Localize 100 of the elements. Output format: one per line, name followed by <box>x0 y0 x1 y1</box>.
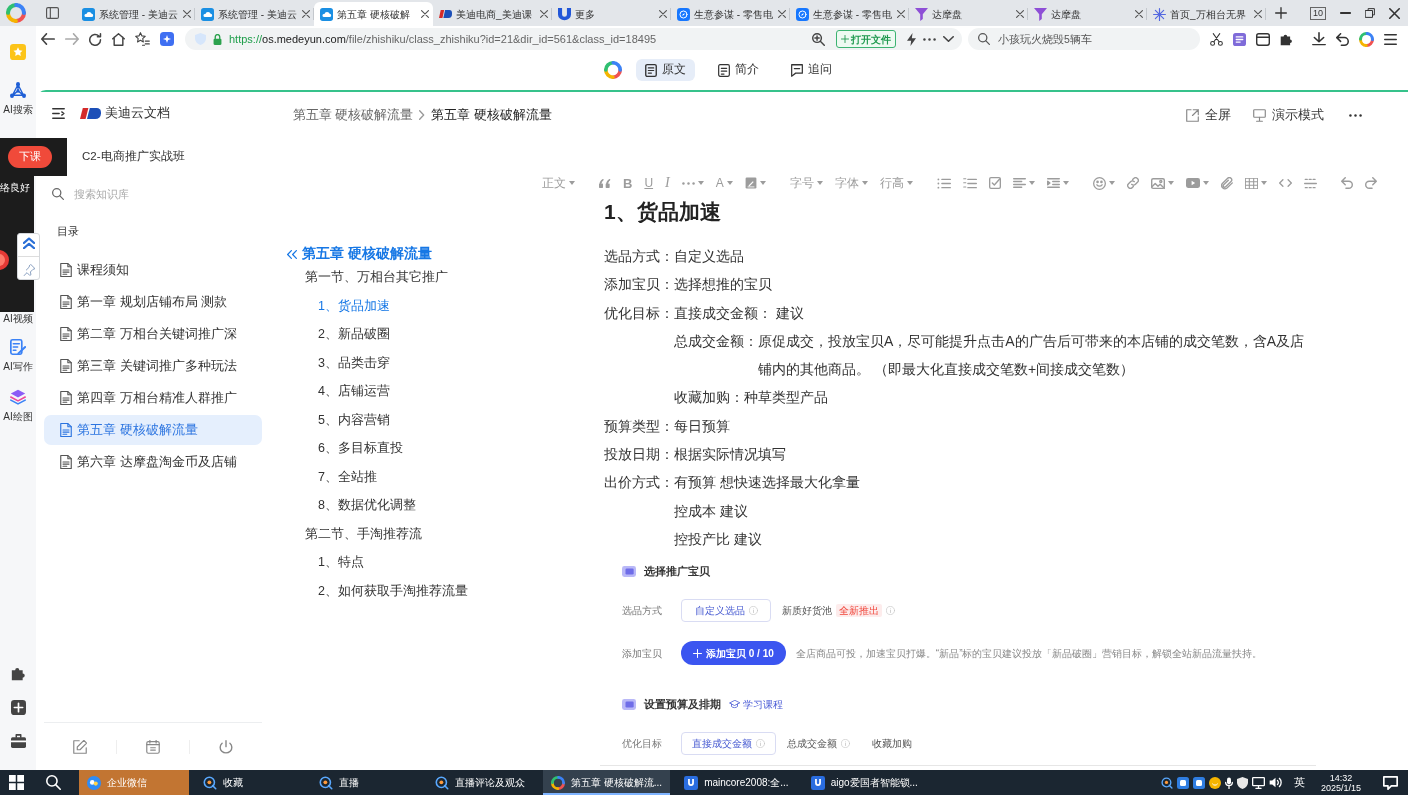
ring-logo-icon[interactable] <box>6 3 26 23</box>
back-icon[interactable] <box>41 33 55 45</box>
option-button[interactable]: 直接成交金额 <box>681 731 776 755</box>
address-bar[interactable]: https://os.medeyun.com/file/zhishiku/class_zhishiku?id=21&dir_id=561&class_id=18495 打开文件 <box>185 28 962 50</box>
open-file-button[interactable]: 打开文件 <box>836 30 896 48</box>
redo-icon[interactable] <box>1364 177 1377 189</box>
browser-tab[interactable]: 生意参谋 - 零售电 <box>790 2 909 26</box>
table-icon[interactable] <box>1244 177 1258 189</box>
browser-tab[interactable]: 达摩盘 <box>1028 2 1147 26</box>
plus-square-icon[interactable] <box>10 700 26 715</box>
link-icon[interactable] <box>1126 177 1139 189</box>
close-icon[interactable] <box>1135 10 1143 18</box>
browser-tab[interactable]: 系统管理 - 美迪云 <box>76 2 195 26</box>
double-chevron-left-icon[interactable] <box>287 249 297 259</box>
reload-icon[interactable] <box>89 32 102 46</box>
close-icon[interactable] <box>659 10 667 18</box>
caret-icon[interactable] <box>1167 181 1174 185</box>
notification-icon[interactable] <box>1383 775 1398 790</box>
browser-tab[interactable]: 更多 <box>552 2 671 26</box>
fullscreen-button[interactable]: 全屏 <box>1186 106 1231 124</box>
more-icon[interactable] <box>923 37 936 41</box>
numbered-list-icon[interactable] <box>962 177 977 189</box>
course-selector[interactable]: C2-电商推广实战班 <box>82 147 185 165</box>
toc-item[interactable]: 3、品类击穿 <box>280 348 525 377</box>
double-chevron-up-icon[interactable] <box>22 237 35 250</box>
power-icon[interactable] <box>219 739 233 754</box>
taskbar-app[interactable]: 企业微信 <box>79 770 189 795</box>
ring-logo-icon[interactable] <box>1359 31 1374 47</box>
caret-icon[interactable] <box>697 181 704 185</box>
caret-icon[interactable] <box>1062 181 1069 185</box>
caret-icon[interactable] <box>759 181 766 185</box>
restore-icon[interactable] <box>1365 8 1375 18</box>
monitor-icon[interactable] <box>1251 776 1265 789</box>
close-icon[interactable] <box>421 10 429 18</box>
taskbar-app[interactable]: aigo爱国者智能锁... <box>802 770 926 795</box>
option-button[interactable]: 新质好货池 全新推出 <box>771 598 906 622</box>
zoom-in-icon[interactable] <box>812 32 825 46</box>
taskbar-app[interactable]: 直播 <box>311 770 421 795</box>
toc-item[interactable]: 7、全站推 <box>280 462 525 491</box>
doc-list-item[interactable]: 第三章 关键词推广多种玩法 <box>44 351 262 381</box>
toc-item[interactable]: 1、特点 <box>280 548 525 577</box>
close-icon[interactable] <box>1389 7 1400 19</box>
toc-item[interactable]: 1、货品加速 <box>280 291 525 320</box>
toc-item[interactable]: 6、多目标直投 <box>280 434 525 463</box>
menu-icon[interactable] <box>52 107 65 119</box>
doc-list-item[interactable]: 第六章 达摩盘淘金币及店铺 <box>44 447 262 477</box>
new-tab-icon[interactable] <box>1275 7 1287 19</box>
toc-title[interactable]: 第五章 硬核破解流量 <box>302 245 432 263</box>
app-icon[interactable] <box>1192 776 1205 789</box>
doc-list-item[interactable]: 第一章 规划店铺布局 测款 <box>44 287 262 317</box>
chevron-down-icon[interactable] <box>943 36 954 42</box>
doc-list-item[interactable]: 第五章 硬核破解流量 <box>44 415 262 445</box>
checklist-icon[interactable] <box>988 177 1001 189</box>
close-icon[interactable] <box>897 10 905 18</box>
indent-icon[interactable] <box>1046 178 1060 188</box>
bulleted-list-icon[interactable] <box>936 177 951 189</box>
attachment-icon[interactable] <box>1220 176 1233 190</box>
browser-tab[interactable]: 达摩盘 <box>909 2 1028 26</box>
bolt-icon[interactable] <box>907 32 916 46</box>
ai-tool-button[interactable]: AI写作 <box>3 339 33 373</box>
toc-item[interactable]: 2、如何获取手淘推荐流量 <box>280 576 525 605</box>
view-tab[interactable]: 简介 <box>708 59 768 81</box>
smiley-icon[interactable] <box>1208 776 1221 789</box>
browser-tab[interactable]: 生意参谋 - 零售电 <box>671 2 790 26</box>
toc-item[interactable]: 2、新品破圈 <box>280 320 525 349</box>
magnifier-icon[interactable] <box>1160 776 1173 789</box>
calendar-icon[interactable] <box>146 739 160 754</box>
microphone-icon[interactable] <box>1224 776 1233 789</box>
browser-tab[interactable]: 系统管理 - 美迪云 <box>195 2 314 26</box>
highlighter-icon[interactable] <box>744 177 757 189</box>
caret-icon[interactable] <box>816 181 823 185</box>
taskbar-app[interactable]: 收藏 <box>195 770 305 795</box>
close-icon[interactable] <box>1254 10 1262 18</box>
bookmark-star-icon[interactable] <box>135 32 150 46</box>
edit-icon[interactable] <box>73 739 87 754</box>
quote-icon[interactable] <box>599 178 611 188</box>
toc-section[interactable]: 第二节、手淘推荐流 <box>280 519 525 548</box>
search-icon[interactable] <box>46 775 61 790</box>
shield-icon[interactable] <box>1236 776 1248 789</box>
course-link[interactable]: 学习课程 <box>729 697 783 711</box>
url-text[interactable]: https://os.medeyun.com/file/zhishiku/class_zhishiku?id=21&dir_id=561&class_id=18495 <box>229 31 657 47</box>
puzzle-icon[interactable] <box>1280 32 1293 46</box>
ai-tool-button[interactable]: AI搜索 <box>3 82 33 116</box>
ai-tool-button[interactable]: AI视频 <box>3 313 33 325</box>
close-icon[interactable] <box>540 10 548 18</box>
doc-list-item[interactable]: 课程须知 <box>44 255 262 285</box>
home-icon[interactable] <box>112 32 125 46</box>
search-field[interactable]: 小孩玩火烧毁5辆车 <box>968 28 1200 50</box>
view-tab[interactable]: 追问 <box>781 59 841 81</box>
toc-item[interactable]: 8、数据优化调整 <box>280 491 525 520</box>
input-method-indicator[interactable]: 英 <box>1293 775 1305 790</box>
emoji-icon[interactable] <box>1092 176 1106 190</box>
caret-icon[interactable] <box>1202 181 1209 185</box>
taskbar-app[interactable]: 第五章 硬核破解流... <box>543 770 671 795</box>
browser-tab[interactable]: 美迪电商_美迪课 <box>433 2 552 26</box>
caret-icon[interactable] <box>726 181 733 185</box>
doc-list-item[interactable]: 第四章 万相台精准人群推广 <box>44 383 262 413</box>
caret-icon[interactable] <box>861 181 868 185</box>
option-button[interactable]: 自定义选品 <box>681 598 771 622</box>
close-icon[interactable] <box>302 10 310 18</box>
